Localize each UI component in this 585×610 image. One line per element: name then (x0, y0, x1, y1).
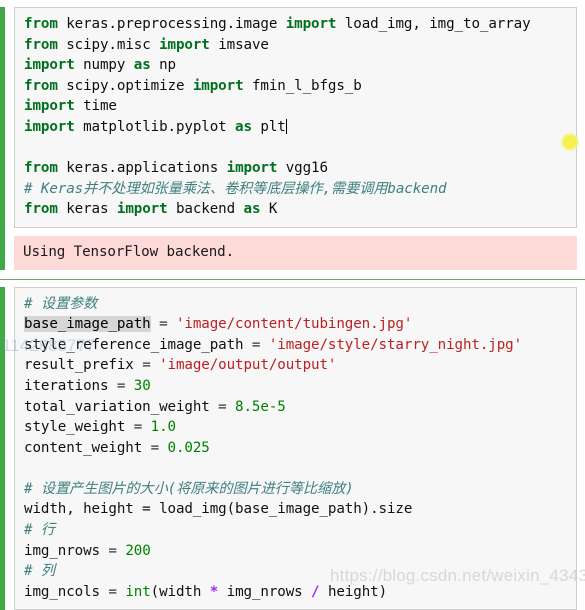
code-token: (width (150, 583, 210, 600)
code-token: np (150, 57, 176, 74)
code-token: 200 (125, 542, 151, 559)
code-token: scipy.optimize (57, 77, 193, 94)
code-token: import (24, 118, 75, 135)
code-token: import (159, 36, 210, 53)
code-token: iterations (24, 377, 109, 394)
output-stderr-1: Using TensorFlow backend. (14, 235, 577, 270)
code-token: = (133, 357, 160, 374)
code-token: 'image/style/starry_night.jpg' (268, 336, 523, 353)
code-token: img_nrows (24, 542, 100, 559)
code-input-area-1[interactable]: from keras.preprocessing.image import lo… (14, 7, 577, 228)
code-token: from (24, 36, 58, 53)
code-token: as (235, 118, 252, 135)
code-token: style_reference_image_path (24, 336, 244, 353)
code-token: plt (251, 118, 286, 135)
cell-selection-bar (0, 286, 5, 610)
code-token: import (116, 201, 168, 218)
code-token: = (209, 398, 236, 415)
text-caret (285, 118, 287, 134)
code-token: content_weight (24, 439, 143, 456)
code-token: * (209, 583, 219, 600)
code-token: total_variation_weight (24, 398, 210, 415)
code-token: fmin_l_bfgs_b (243, 77, 362, 94)
code-token: 8.5e-5 (235, 398, 286, 415)
code-token: 'image/content/tubingen.jpg' (175, 316, 413, 333)
code-token: as (133, 57, 151, 74)
code-token: = (99, 542, 126, 559)
code-token: from (24, 16, 58, 32)
code-token: result_prefix (24, 357, 134, 374)
code-token: # 设置参数 (24, 295, 98, 312)
cell-divider (0, 278, 585, 280)
code-token: # Keras并不处理如张量乘法、卷积等底层操作,需要调用backend (24, 180, 447, 197)
code-token: as (243, 201, 261, 218)
code-token: import (192, 77, 244, 94)
code-token: width, height = load_img(base_image_path… (24, 501, 413, 518)
code-token: # 设置产生图片的大小(将原来的图片进行等比缩放) (24, 480, 354, 497)
code-token: matplotlib.pyplot (74, 118, 236, 135)
code-token: keras.applications (57, 160, 227, 177)
code-text-1[interactable]: from keras.preprocessing.image import lo… (15, 14, 576, 220)
code-token: # 行 (24, 522, 55, 539)
code-token: 0.025 (167, 439, 210, 456)
code-token: = (142, 439, 168, 456)
cell-selection-bar (0, 7, 5, 270)
stderr-text: Using TensorFlow backend. (23, 243, 235, 260)
code-token: numpy (74, 57, 134, 74)
code-token: scipy.misc (57, 36, 160, 53)
code-token: time (74, 98, 117, 115)
notebook-cell-2[interactable]: # 设置参数 base_image_path = 'image/content/… (0, 286, 585, 610)
code-token: from (24, 77, 58, 94)
code-token: / (311, 583, 320, 600)
code-token: int (125, 583, 151, 600)
code-token: = (125, 419, 151, 436)
code-token: keras (57, 201, 117, 218)
code-token: K (260, 201, 278, 218)
code-token: backend (167, 201, 244, 218)
code-token: from (24, 201, 58, 218)
code-token: import (24, 57, 75, 74)
code-token: import (226, 160, 278, 177)
code-token: import (285, 16, 337, 32)
code-token: load_img, img_to_array (336, 16, 531, 32)
cell-body: from keras.preprocessing.image import lo… (5, 7, 585, 270)
code-text-2[interactable]: # 设置参数 base_image_path = 'image/content/… (15, 294, 576, 603)
notebook-container: from keras.preprocessing.image import lo… (0, 7, 585, 610)
code-token: 'image/output/output' (159, 357, 337, 374)
code-token: from (24, 160, 58, 177)
code-token: img_ncols (24, 583, 100, 600)
code-input-area-2[interactable]: # 设置参数 base_image_path = 'image/content/… (14, 286, 577, 610)
code-token: = (99, 583, 126, 600)
cell-body: # 设置参数 base_image_path = 'image/content/… (5, 286, 585, 610)
code-token: 1.0 (150, 419, 176, 436)
code-token: = (150, 316, 176, 333)
code-token: = (108, 377, 134, 394)
code-token: # 列 (24, 563, 55, 580)
code-token: vgg16 (277, 160, 328, 177)
code-token: import (24, 98, 75, 115)
code-token: keras.preprocessing.image (57, 16, 286, 32)
code-token: imsave (209, 36, 269, 53)
code-token: style_weight (24, 419, 126, 436)
code-token: 30 (133, 377, 151, 394)
code-token: base_image_path (24, 316, 151, 333)
code-token: height) (319, 583, 388, 600)
code-token: img_nrows (218, 583, 312, 600)
code-token: = (243, 336, 269, 353)
notebook-cell-1[interactable]: from keras.preprocessing.image import lo… (0, 7, 585, 270)
